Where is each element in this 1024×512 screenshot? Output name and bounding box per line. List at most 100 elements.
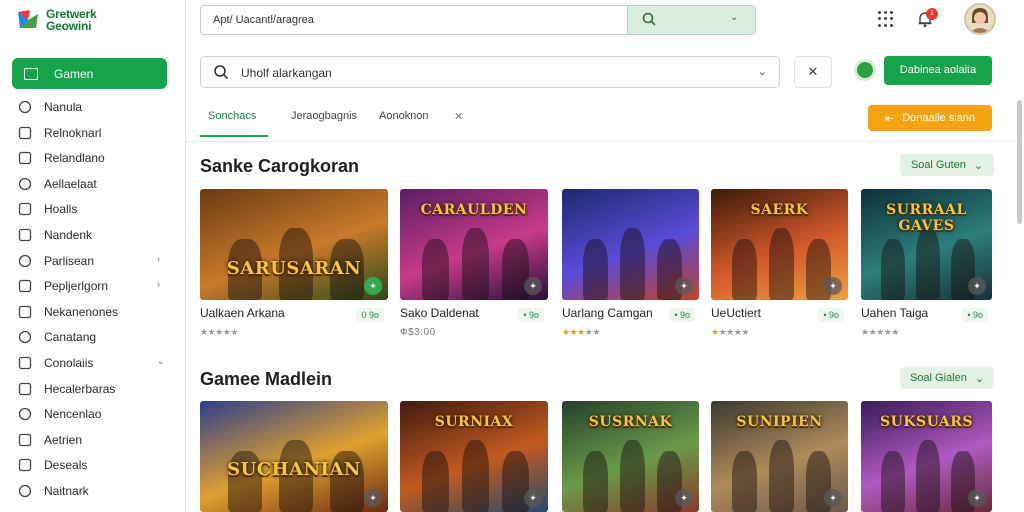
sidebar-item-label: Nekanenones bbox=[44, 304, 119, 319]
game-thumbnail[interactable]: SUSRNAK ✦ bbox=[562, 401, 699, 512]
game-thumbnail[interactable]: SARUSARAN ✦ bbox=[200, 189, 388, 300]
sidebar-item-label: Relandlano bbox=[44, 151, 105, 166]
game-thumbnail[interactable]: SUNIPIEN ✦ bbox=[711, 401, 848, 512]
sidebar-item[interactable]: Aellaelaat bbox=[0, 171, 186, 197]
settings-icon bbox=[18, 382, 32, 395]
star-icon: ★ bbox=[861, 327, 869, 337]
platform-icon[interactable]: ✦ bbox=[675, 489, 693, 507]
search-icon bbox=[642, 12, 656, 26]
game-thumbnail-title: SURRAAL GAVES bbox=[886, 202, 967, 234]
game-card[interactable]: SUCHANIAN ✦ bbox=[200, 401, 388, 512]
chevron-icon: › bbox=[157, 253, 160, 264]
game-thumbnail-title: SURNIAX bbox=[434, 414, 514, 430]
sort-dropdown[interactable]: Soal Gialen ⌄ bbox=[900, 367, 994, 389]
game-card[interactable]: ✦ Uarlang Camgan • 9o ★★★★★ bbox=[562, 189, 699, 349]
sidebar-item[interactable]: Relandlano bbox=[0, 145, 186, 171]
sidebar-item[interactable]: Canatang bbox=[0, 324, 186, 350]
game-thumbnail[interactable]: SURRAAL GAVES ✦ bbox=[861, 189, 992, 300]
window-icon bbox=[24, 67, 38, 80]
game-card[interactable]: SARUSARAN ✦ Ualkaen Arkana 0 9o ★★★★★ bbox=[200, 189, 388, 349]
star-icon: ★ bbox=[562, 327, 570, 337]
character-figure bbox=[620, 440, 645, 512]
character-figure bbox=[916, 440, 940, 512]
character-figure bbox=[422, 451, 449, 512]
scrollbar[interactable] bbox=[1017, 100, 1022, 224]
game-thumbnail[interactable]: SAERK ✦ bbox=[711, 189, 848, 300]
sidebar-item[interactable]: Nencenlao bbox=[0, 401, 186, 427]
game-card[interactable]: SAERK ✦ UeUctiert • 9o ★★★★★ bbox=[711, 189, 848, 349]
platform-icon[interactable]: ✦ bbox=[968, 277, 986, 295]
game-card[interactable]: SURNIAX ✦ bbox=[400, 401, 548, 512]
lock-icon bbox=[18, 152, 32, 165]
platform-icon[interactable]: ✦ bbox=[968, 489, 986, 507]
sidebar-item[interactable]: Aetrien bbox=[0, 427, 186, 453]
global-search-button[interactable]: ⌄ bbox=[627, 6, 755, 34]
apps-grid-icon[interactable] bbox=[878, 11, 894, 27]
toggle-icon[interactable] bbox=[854, 59, 876, 81]
game-card[interactable]: SURRAAL GAVES ✦ Uahen Taiga • 9o ★★★★★ bbox=[861, 189, 992, 349]
tab-close-icon[interactable]: ✕ bbox=[454, 110, 463, 123]
sidebar-item[interactable]: Hoalls bbox=[0, 196, 186, 222]
game-thumbnail[interactable]: SURNIAX ✦ bbox=[400, 401, 548, 512]
character-figure bbox=[462, 228, 489, 300]
camera-icon bbox=[18, 305, 32, 318]
game-card-title: Sako Daldenat bbox=[400, 306, 479, 320]
divider bbox=[186, 141, 1024, 142]
game-thumbnail[interactable]: SUKSUARS ✦ bbox=[861, 401, 992, 512]
character-figure bbox=[916, 228, 940, 300]
sidebar-item[interactable]: Relnoknarl bbox=[0, 120, 186, 146]
sort-dropdown[interactable]: Soal Guten ⌄ bbox=[900, 154, 994, 176]
game-thumbnail[interactable]: SUCHANIAN ✦ bbox=[200, 401, 388, 512]
sidebar-item[interactable]: Nekanenones bbox=[0, 299, 186, 325]
sidebar-item[interactable]: Conolaiis ⌄ bbox=[0, 350, 186, 376]
sidebar-item[interactable]: Naitnark bbox=[0, 478, 186, 504]
game-thumbnail[interactable]: CARAULDEN ✦ bbox=[400, 189, 548, 300]
sidebar-item-label: Aellaelaat bbox=[44, 176, 97, 191]
sidebar-item[interactable]: Pepljerlgorn › bbox=[0, 273, 186, 299]
game-thumbnail[interactable]: ✦ bbox=[562, 189, 699, 300]
document-icon bbox=[18, 203, 32, 216]
app-logo[interactable]: Gretwerk Geowini bbox=[16, 7, 112, 37]
search-icon bbox=[214, 65, 229, 80]
platform-icon[interactable]: ✦ bbox=[824, 489, 842, 507]
star-icon: ★ bbox=[876, 327, 884, 337]
sidebar-item-label: Canatang bbox=[44, 330, 97, 345]
top-bar: Apt/ Uacantl/aragrea ⌄ 1 bbox=[186, 0, 1024, 44]
platform-icon[interactable]: ✦ bbox=[364, 489, 382, 507]
pen-icon bbox=[18, 433, 32, 446]
tab-aonoknon[interactable]: Aonoknon bbox=[379, 110, 429, 122]
game-card-price: • 9o bbox=[818, 308, 844, 322]
list-icon bbox=[18, 356, 32, 370]
sidebar-item[interactable]: Hecalerbaras bbox=[0, 376, 186, 402]
filter-select[interactable]: Uholf alarkangan ⌄ bbox=[200, 56, 780, 88]
platform-icon[interactable]: ✦ bbox=[824, 277, 842, 295]
primary-action-button[interactable]: Dabinea aolaita bbox=[884, 56, 992, 85]
platform-icon[interactable]: ✦ bbox=[364, 277, 382, 295]
tab-jeraogbagnis[interactable]: Jeraogbagnis bbox=[291, 110, 357, 122]
game-card[interactable]: SUNIPIEN ✦ bbox=[711, 401, 848, 512]
sidebar-item[interactable]: Deseals bbox=[0, 452, 186, 478]
global-search-text: Apt/ Uacantl/aragrea bbox=[213, 14, 314, 26]
sidebar-item-label: Nandenk bbox=[44, 227, 93, 242]
sidebar-item[interactable]: Parlisean › bbox=[0, 248, 186, 274]
sidebar-item-active[interactable]: Gamen bbox=[12, 58, 167, 89]
platform-icon[interactable]: ✦ bbox=[524, 277, 542, 295]
chevron-down-icon: ⌄ bbox=[973, 159, 984, 172]
game-card[interactable]: SUSRNAK ✦ bbox=[562, 401, 699, 512]
sidebar-item[interactable]: Nandenk bbox=[0, 222, 186, 248]
global-search[interactable]: Apt/ Uacantl/aragrea ⌄ bbox=[200, 5, 756, 35]
star-icon: ★ bbox=[215, 327, 223, 337]
chevron-icon: › bbox=[157, 279, 160, 290]
clear-filter-button[interactable]: ✕ bbox=[794, 56, 832, 88]
game-card[interactable]: CARAULDEN ✦ Sako Daldenat • 9o Ф$3:00 bbox=[400, 189, 548, 349]
platform-icon[interactable]: ✦ bbox=[524, 489, 542, 507]
secondary-action-button[interactable]: ⇤ Donaalle slann bbox=[868, 105, 992, 131]
game-thumbnail-title: SUSRNAK bbox=[588, 414, 673, 430]
sidebar-item[interactable]: Nanula bbox=[0, 94, 186, 120]
tab-sonchacs[interactable]: Sonchacs bbox=[208, 110, 256, 122]
character-figure bbox=[732, 239, 757, 300]
platform-icon[interactable]: ✦ bbox=[675, 277, 693, 295]
game-card[interactable]: SUKSUARS ✦ bbox=[861, 401, 992, 512]
sidebar-item-label: Nanula bbox=[44, 100, 83, 114]
avatar[interactable] bbox=[964, 3, 996, 35]
